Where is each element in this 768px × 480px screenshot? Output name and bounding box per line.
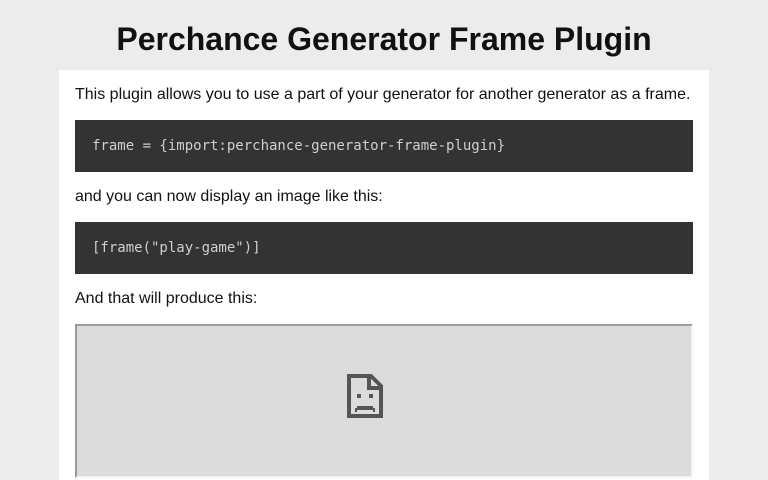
main-content: This plugin allows you to use a part of … [59,70,709,480]
intro-text: This plugin allows you to use a part of … [75,86,691,103]
display-text: and you can now display an image like th… [75,188,383,205]
broken-page-icon [347,374,383,418]
result-text: And that will produce this: [75,290,258,307]
usage-code-block: [frame("play-game")] [75,222,693,274]
import-code-block: frame = {import:perchance-generator-fram… [75,120,693,172]
page-title: Perchance Generator Frame Plugin [116,21,652,57]
embedded-frame[interactable] [75,324,693,478]
